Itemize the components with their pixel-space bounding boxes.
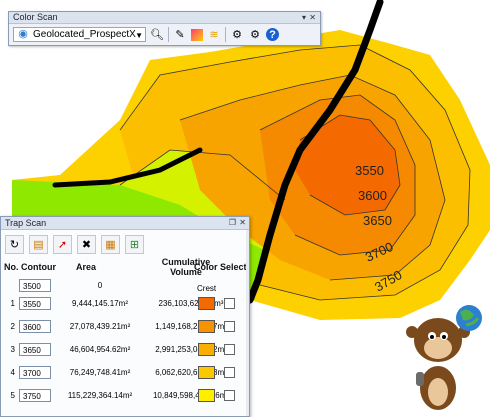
contour-label: 3650 <box>363 213 392 228</box>
find-icon[interactable]: 🔍︎ <box>150 28 164 42</box>
select-checkbox[interactable] <box>224 298 235 309</box>
color-swatch[interactable] <box>198 366 215 379</box>
header-color: Color <box>194 262 218 272</box>
contour-input[interactable]: 3700 <box>19 366 51 379</box>
color-scan-toolbar: Color Scan ▾ ✕ ◉ Geolocated_ProspectX ▼ … <box>8 11 321 46</box>
palette-icon[interactable] <box>191 28 203 41</box>
gear-icon[interactable]: ⚙ <box>230 28 244 42</box>
globe-icon: ◉ <box>18 28 28 40</box>
area-value: 76,249,748.41m² <box>69 368 131 377</box>
color-swatch[interactable] <box>198 343 215 356</box>
pick-point-icon[interactable]: ➚ <box>53 234 72 254</box>
contour-input[interactable]: 3750 <box>19 389 51 402</box>
row-number: 3 <box>10 345 15 354</box>
trap-scan-title: Trap Scan <box>5 218 47 228</box>
row-number: 2 <box>10 322 15 331</box>
row-number: 5 <box>10 391 15 400</box>
volume-value: 10,849,598,474.06m³ <box>152 391 230 400</box>
contour-icon[interactable]: ≋ <box>207 28 221 42</box>
color-swatch[interactable] <box>198 297 215 310</box>
delete-barrier-icon[interactable]: ▦ <box>101 234 120 254</box>
select-checkbox[interactable] <box>224 344 235 355</box>
header-no: No. <box>4 262 19 272</box>
area-value: 46,604,954.62m² <box>69 345 131 354</box>
volume-value: 2,991,253,084.52m³ <box>155 345 227 354</box>
trap-scan-panel: Trap Scan ❐ ✕ ↻ ▤ ➚ ✖ ▦ ⊞ No. Contour Ar… <box>0 216 250 417</box>
color-scan-titlebar[interactable]: Color Scan ▾ ✕ <box>9 12 320 24</box>
contour-label: 3550 <box>355 163 384 178</box>
volume-value: 236,103,629.27m³ <box>158 299 224 308</box>
toolbar-separator <box>168 27 169 42</box>
refresh-icon[interactable]: ↻ <box>5 234 24 254</box>
area-value: 27,078,439.21m² <box>69 322 131 331</box>
contour-input[interactable]: 3550 <box>19 297 51 310</box>
volume-value: 1,149,168,238.77m³ <box>155 322 227 331</box>
contour-input[interactable]: 3600 <box>19 320 51 333</box>
color-swatch[interactable] <box>198 389 215 402</box>
header-area: Area <box>76 262 97 272</box>
pencil-icon[interactable]: ✎ <box>173 28 187 42</box>
restore-icon[interactable]: ❐ <box>229 217 236 229</box>
scrollbar[interactable] <box>246 230 249 416</box>
header-select: Select <box>220 262 247 272</box>
prospect-select-value: Geolocated_ProspectX <box>33 29 136 40</box>
volume-value: 6,062,620,660.33m³ <box>155 368 227 377</box>
close-icon[interactable]: ✕ <box>239 217 246 229</box>
monkey-mascot-icon <box>406 305 482 410</box>
prospect-select[interactable]: ◉ Geolocated_ProspectX ▼ <box>13 27 146 42</box>
color-swatch[interactable] <box>198 320 215 333</box>
contour-input[interactable]: 3650 <box>19 343 51 356</box>
export-icon[interactable]: ⊞ <box>125 234 144 254</box>
area-value: 115,229,364.14m² <box>67 391 133 400</box>
color-scan-title: Color Scan <box>13 12 58 22</box>
trap-scan-titlebar[interactable]: Trap Scan ❐ ✕ <box>1 217 249 230</box>
select-checkbox[interactable] <box>224 390 235 401</box>
help-icon[interactable]: ? <box>266 28 279 41</box>
header-contour: Contour <box>21 262 56 272</box>
close-icon[interactable]: ✕ <box>309 12 316 23</box>
chevron-down-icon: ▼ <box>135 31 143 40</box>
row-number: 1 <box>10 299 15 308</box>
dropdown-arrow-icon[interactable]: ▾ <box>302 12 306 23</box>
area-value: 9,444,145.17m² <box>71 299 129 308</box>
row-number: 4 <box>10 368 15 377</box>
barrier-icon[interactable]: ▤ <box>29 234 48 254</box>
contour-label: 3600 <box>358 188 387 203</box>
trap-scan-toolbar: ↻ ▤ ➚ ✖ ▦ ⊞ <box>5 233 144 255</box>
select-checkbox[interactable] <box>224 367 235 378</box>
delete-point-icon[interactable]: ✖ <box>77 234 96 254</box>
crest-contour-input[interactable]: 3500 <box>19 279 51 292</box>
crest-label: Crest <box>197 284 217 293</box>
crest-area: 0 <box>97 281 103 290</box>
toolbar-separator <box>225 27 226 42</box>
gears-icon[interactable]: ⚙ <box>248 28 262 42</box>
select-checkbox[interactable] <box>224 321 235 332</box>
